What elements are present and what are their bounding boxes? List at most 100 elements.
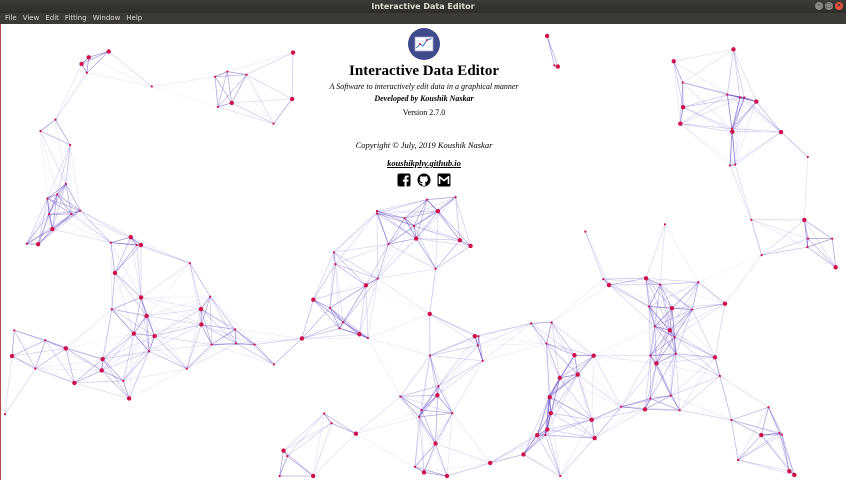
network-edge — [359, 285, 367, 335]
network-edge — [377, 218, 405, 279]
network-node — [9, 353, 15, 359]
gmail-icon[interactable] — [437, 173, 451, 187]
network-edge — [86, 57, 90, 73]
network-node — [46, 197, 49, 200]
network-edge — [154, 296, 211, 337]
website-link[interactable]: koushikphy.github.io — [387, 158, 461, 169]
network-edge — [200, 296, 211, 310]
network-edge — [608, 284, 661, 286]
network-edge — [283, 422, 332, 451]
minimize-icon[interactable]: – — [815, 2, 823, 10]
network-edge — [530, 323, 579, 375]
network-edge — [435, 443, 491, 464]
network-node — [209, 295, 212, 298]
menubar: File View Edit Fitting Window Help — [0, 13, 846, 24]
network-node — [806, 246, 809, 249]
network-edge — [660, 281, 699, 285]
network-edge — [734, 164, 752, 220]
network-edge — [40, 130, 48, 199]
network-node — [72, 380, 77, 386]
network-node — [575, 372, 580, 377]
network-edge — [714, 357, 732, 421]
maximize-icon[interactable]: □ — [825, 2, 833, 10]
network-edge — [452, 412, 491, 464]
network-node — [56, 193, 59, 196]
network-edge — [603, 278, 650, 307]
network-node — [357, 332, 362, 337]
network-edge — [451, 360, 484, 414]
network-node — [737, 458, 740, 462]
network-node — [338, 327, 341, 330]
menu-help[interactable]: Help — [123, 13, 145, 24]
network-edge — [11, 330, 15, 357]
network-node — [589, 417, 594, 423]
network-node — [734, 163, 737, 166]
network-node — [545, 427, 550, 432]
network-edge — [146, 315, 202, 325]
network-edge — [546, 35, 559, 67]
network-node — [451, 412, 454, 415]
network-edge — [560, 437, 595, 477]
network-node — [468, 243, 473, 249]
network-edge — [546, 322, 552, 344]
github-icon[interactable] — [417, 173, 431, 187]
network-edge — [435, 245, 471, 270]
menu-window[interactable]: Window — [90, 13, 124, 24]
menu-fitting[interactable]: Fitting — [62, 13, 90, 24]
network-edge — [698, 254, 762, 283]
network-edge — [355, 409, 422, 435]
network-edge — [729, 101, 757, 166]
network-node — [39, 129, 42, 133]
network-edge — [429, 355, 439, 387]
network-edge — [291, 52, 294, 100]
network-node — [780, 433, 784, 436]
network-edge — [429, 313, 476, 337]
menu-view[interactable]: View — [20, 13, 43, 24]
network-node — [70, 212, 73, 216]
menu-file[interactable]: File — [2, 13, 20, 24]
network-node — [421, 470, 427, 475]
network-node — [152, 333, 157, 339]
network-edge — [761, 238, 809, 256]
network-node — [726, 93, 729, 96]
network-node — [79, 61, 84, 67]
facebook-icon[interactable] — [397, 173, 411, 187]
network-node — [760, 254, 763, 257]
network-edge — [737, 432, 780, 461]
network-edge — [80, 210, 131, 238]
network-node — [290, 50, 296, 55]
network-edge — [227, 52, 294, 72]
network-edge — [780, 131, 808, 158]
network-edge — [146, 262, 191, 317]
developer-credit: Developed by Koushik Naskar — [374, 94, 474, 103]
network-edge — [367, 337, 401, 397]
network-node — [25, 242, 28, 245]
network-edge — [523, 395, 550, 455]
network-edge — [279, 455, 288, 477]
network-node — [728, 164, 732, 167]
close-icon[interactable]: × — [835, 2, 843, 10]
network-node — [376, 277, 379, 280]
network-node — [286, 455, 289, 458]
network-node — [681, 81, 684, 84]
network-node — [545, 342, 548, 345]
network-node — [106, 49, 111, 54]
main-canvas[interactable]: Interactive Data Editor A Software to in… — [0, 24, 846, 480]
network-edge — [737, 407, 769, 461]
network-edge — [279, 450, 284, 477]
network-edge — [367, 313, 430, 339]
network-node — [476, 344, 480, 347]
network-node — [435, 393, 440, 398]
network-node — [550, 321, 553, 324]
network-node — [210, 343, 213, 346]
network-node — [138, 295, 144, 300]
network-node — [112, 270, 118, 276]
menu-edit[interactable]: Edit — [42, 13, 62, 24]
network-edge — [65, 333, 134, 349]
network-edge — [435, 239, 461, 270]
network-edge — [490, 454, 524, 464]
network-node — [353, 431, 359, 436]
network-node — [3, 413, 7, 416]
network-edge — [435, 443, 448, 477]
network-edge — [673, 60, 728, 95]
